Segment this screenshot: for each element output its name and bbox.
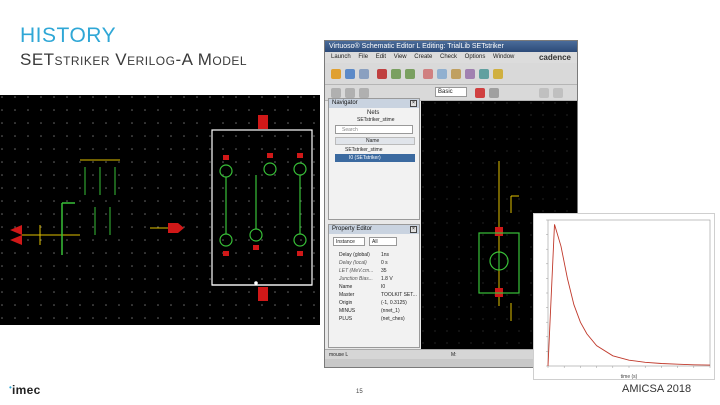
wire-icon[interactable] [451, 69, 461, 79]
forward-icon[interactable] [345, 88, 355, 98]
zoom-icon[interactable] [423, 69, 433, 79]
imec-logo: imec [12, 383, 41, 397]
close-tab-icon[interactable] [475, 88, 485, 98]
cadence-logo: cadence [538, 53, 571, 62]
close-icon[interactable]: × [410, 100, 417, 107]
property-key: Origin [339, 300, 353, 306]
menu-launch[interactable]: Launch [331, 54, 351, 60]
property-row[interactable]: Master TOOLKIT SET... [333, 291, 419, 299]
property-value[interactable]: 0 s [381, 259, 388, 267]
property-editor-title: Property Editor [329, 225, 419, 234]
slide-title: HISTORY [20, 24, 117, 47]
property-key: Junction Bias... [339, 276, 373, 282]
x-axis-label: time (s) [621, 374, 638, 380]
menu-file[interactable]: File [358, 54, 368, 60]
property-row[interactable]: Delay (local) 0 s [333, 259, 419, 267]
property-editor-panel: Property Editor × Instance All Delay (gl… [328, 224, 420, 348]
back-icon[interactable] [331, 88, 341, 98]
navigator-column-header[interactable]: Name [335, 137, 415, 145]
pulse-chart-svg: time (s) [546, 219, 711, 380]
property-row[interactable]: LET (MeV.cm... 35 [333, 267, 419, 275]
property-value[interactable]: 35 [381, 267, 387, 275]
label-icon[interactable] [493, 69, 503, 79]
open-icon[interactable] [331, 69, 341, 79]
pulse-chart: time (s) [533, 213, 715, 380]
menu-options[interactable]: Options [465, 54, 486, 60]
property-value[interactable]: 1ns [381, 251, 389, 259]
property-row[interactable]: MINUS (nnet_1) [333, 307, 419, 315]
property-filter-select[interactable]: Instance [333, 237, 365, 246]
property-key: Master [339, 292, 355, 298]
delete-icon[interactable] [377, 69, 387, 79]
property-row[interactable]: Origin (-1, 0.3125) [333, 299, 419, 307]
status-mouse-label: mouse L [329, 352, 349, 358]
menu-create[interactable]: Create [414, 54, 432, 60]
redo-icon[interactable] [405, 69, 415, 79]
navigator-tree-item-selected[interactable]: I0 (SETstriker) [335, 154, 415, 162]
property-value[interactable]: (-1, 0.3125) [381, 299, 407, 307]
schematic-canvas [0, 95, 320, 325]
menu-view[interactable]: View [394, 54, 407, 60]
navigator-tree-item[interactable]: SETstriker_stime [335, 146, 415, 154]
property-value[interactable]: (net_ches) [381, 315, 405, 323]
series-line [547, 224, 711, 367]
property-value[interactable]: (nnet_1) [381, 307, 400, 315]
help-icon[interactable] [553, 88, 563, 98]
window-titlebar: Virtuoso® Schematic Editor L Editing: Tr… [325, 41, 577, 52]
navigator-panel: Navigator × Nets SETstriker_stime Search… [328, 98, 420, 220]
property-value[interactable]: 1.8 V [381, 275, 393, 283]
plot-frame [547, 219, 711, 367]
property-value[interactable]: I0 [381, 283, 385, 291]
settings-icon[interactable] [539, 88, 549, 98]
property-key: Name [339, 284, 353, 290]
schematic-drawing [0, 95, 320, 325]
menu-edit[interactable]: Edit [376, 54, 386, 60]
refresh-icon[interactable] [359, 88, 369, 98]
property-value[interactable]: TOOLKIT SET... [381, 291, 417, 299]
instance-icon[interactable] [465, 69, 475, 79]
menu-check[interactable]: Check [440, 54, 457, 60]
property-key: MINUS [339, 308, 356, 314]
pin-tool-icon[interactable] [479, 69, 489, 79]
page-number: 15 [356, 389, 363, 395]
property-key: LET (MeV.cm... [339, 268, 374, 274]
property-key: Delay (local) [339, 260, 367, 266]
copy-icon[interactable] [359, 69, 369, 79]
workspace-select[interactable]: Basic [435, 87, 467, 97]
property-row[interactable]: Delay (global) 1ns [333, 251, 419, 259]
check-icon[interactable] [489, 88, 499, 98]
undo-icon[interactable] [391, 69, 401, 79]
conference-label: AMICSA 2018 [622, 383, 692, 395]
fit-icon[interactable] [437, 69, 447, 79]
navigator-view-label: Nets [367, 110, 380, 116]
property-key: Delay (global) [339, 252, 370, 258]
slide-subtitle: SETstriker Verilog-A Model [20, 50, 248, 69]
main-toolbar [325, 63, 577, 85]
property-row[interactable]: PLUS (net_ches) [333, 315, 419, 323]
menu-window[interactable]: Window [493, 54, 514, 60]
close-icon[interactable]: × [410, 226, 417, 233]
property-row[interactable]: Name I0 [333, 283, 419, 291]
property-scope-select[interactable]: All [369, 237, 397, 246]
navigator-search-input[interactable]: Search [335, 125, 413, 134]
navigator-cell-label: SETstriker_stime [357, 117, 395, 123]
property-row[interactable]: Junction Bias... 1.8 V [333, 275, 419, 283]
property-key: PLUS [339, 316, 353, 322]
navigator-title: Navigator [329, 99, 419, 108]
save-icon[interactable] [345, 69, 355, 79]
